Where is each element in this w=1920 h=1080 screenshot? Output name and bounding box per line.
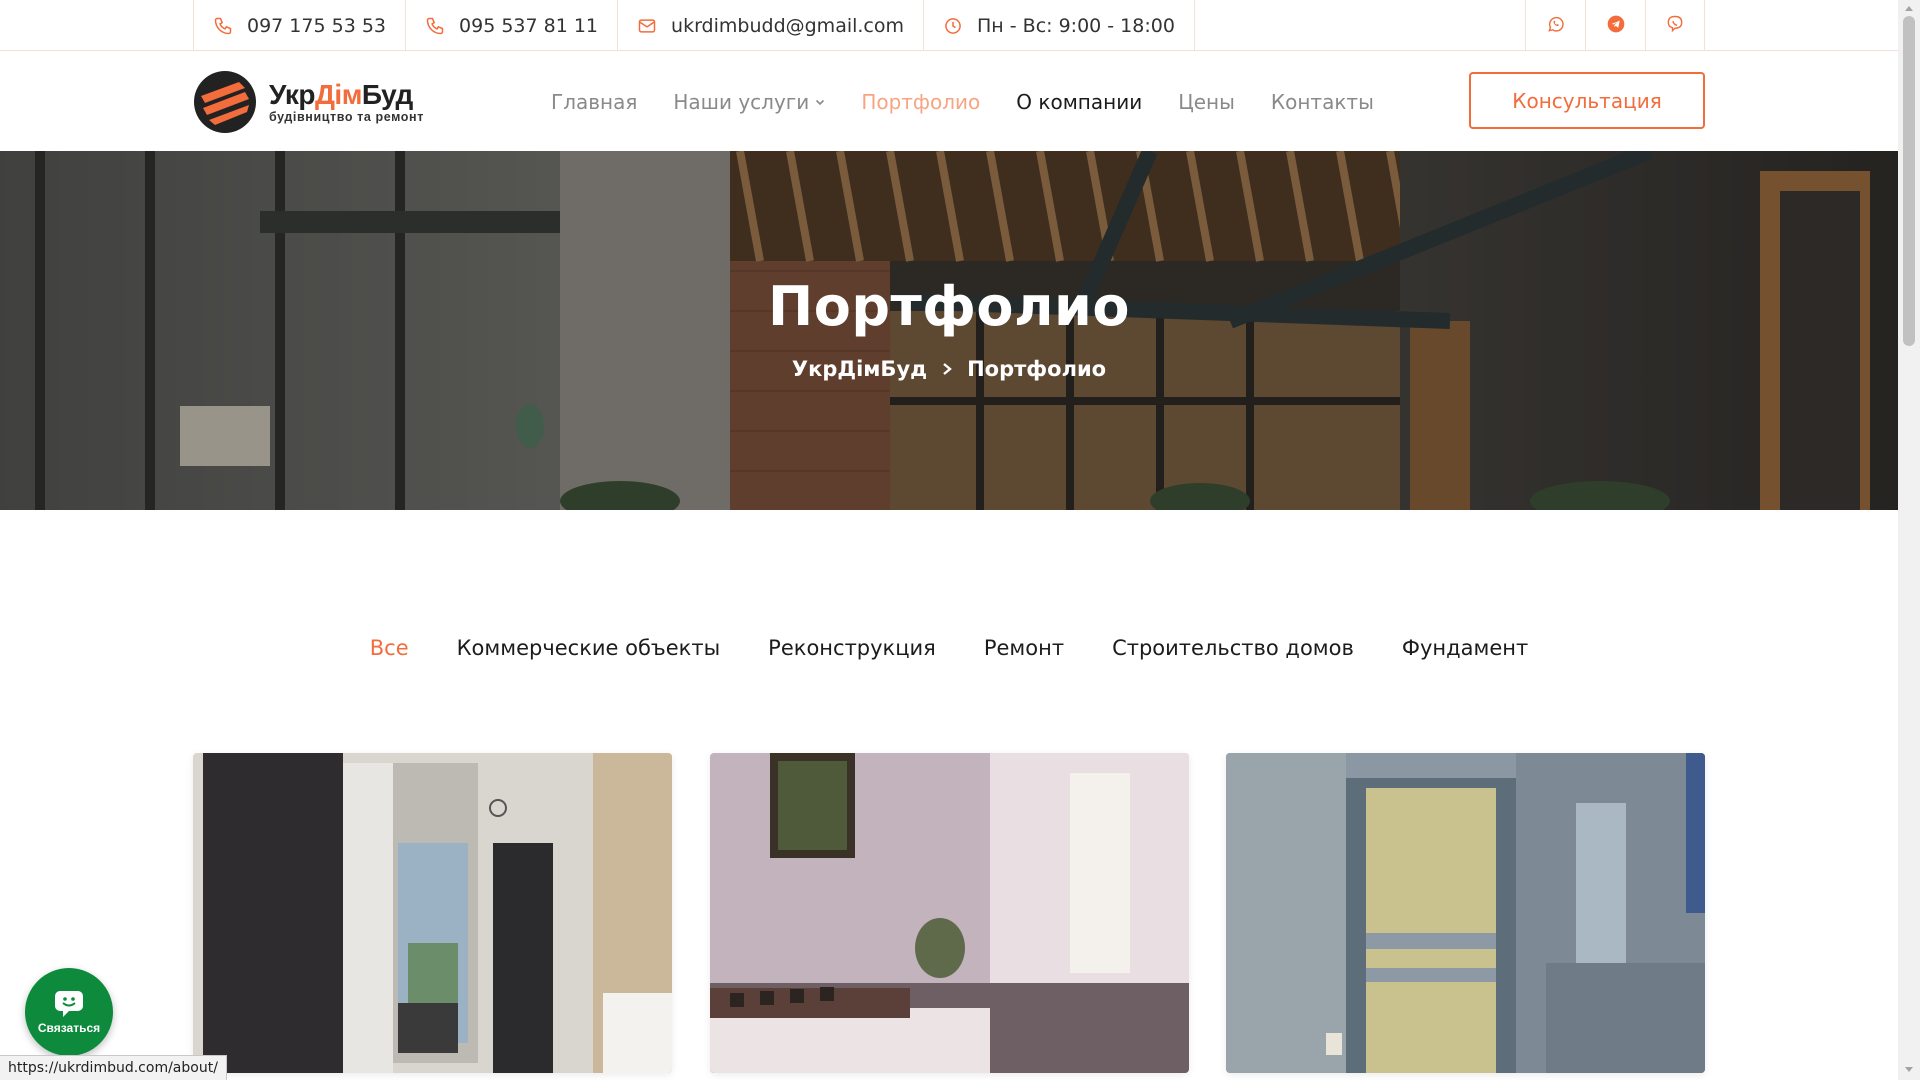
filter-repair[interactable]: Ремонт (984, 636, 1064, 660)
telegram-link[interactable] (1585, 0, 1645, 51)
phone-number-2: 095 537 81 11 (459, 14, 599, 37)
nav-item-about[interactable]: О компании (1016, 90, 1142, 114)
working-hours: Пн - Вс: 9:00 - 18:00 (924, 0, 1195, 51)
email-address: ukrdimbudd@gmail.com (671, 14, 905, 37)
scroll-up-arrow-icon[interactable] (1904, 4, 1914, 12)
nav-item-label: Портфолио (861, 89, 981, 114)
filter-reconstruction[interactable]: Реконструкция (768, 636, 936, 660)
nav-item-prices[interactable]: Цены (1178, 90, 1235, 114)
email-link[interactable]: ukrdimbudd@gmail.com (618, 0, 925, 51)
clock-icon (943, 16, 963, 36)
portfolio-item[interactable] (1226, 753, 1705, 1073)
breadcrumb-home-link[interactable]: УкрДімБуд (792, 357, 927, 381)
nav-item-label: Наши услуги (673, 89, 810, 114)
nav-item-label: Главная (551, 89, 638, 114)
phone-number-1: 097 175 53 53 (247, 14, 387, 37)
viber-link[interactable] (1645, 0, 1705, 51)
portfolio-item[interactable] (710, 753, 1189, 1073)
main-nav: Главная Наши услуги Портфолио О компании… (551, 52, 1410, 151)
page-scrollbar[interactable] (1898, 0, 1920, 1080)
chevron-down-icon (815, 97, 825, 107)
filter-all[interactable]: Все (370, 636, 409, 660)
top-contact-bar-inner: 097 175 53 53 095 537 81 11 ukrdimbudd@g… (193, 0, 1705, 51)
nav-item-contacts[interactable]: Контакты (1271, 90, 1374, 114)
logo-name: УкрДімБуд (269, 80, 424, 110)
logo-name-part3: Буд (361, 79, 413, 110)
logo-name-part2: Дім (314, 79, 362, 110)
logo-mark-icon (194, 71, 256, 133)
portfolio-photo-bedroom (710, 753, 1189, 1073)
chat-widget-button[interactable]: Связаться (25, 968, 113, 1056)
logo[interactable]: УкрДімБуд будівництво та ремонт (193, 69, 424, 135)
phone-link-2[interactable]: 095 537 81 11 (406, 0, 619, 51)
telegram-icon (1606, 14, 1626, 38)
filter-foundation[interactable]: Фундамент (1402, 636, 1528, 660)
viber-icon (1665, 14, 1685, 38)
filter-commercial[interactable]: Коммерческие объекты (457, 636, 721, 660)
breadcrumb-current: Портфолио (967, 357, 1107, 381)
portfolio-filters: Все Коммерческие объекты Реконструкция Р… (0, 636, 1898, 660)
phone-link-1[interactable]: 097 175 53 53 (193, 0, 407, 51)
nav-item-portfolio[interactable]: Портфолио (861, 90, 980, 114)
hero-banner: Портфолио УкрДімБуд Портфолио (0, 151, 1898, 510)
logo-subtitle: будівництво та ремонт (269, 110, 424, 124)
whatsapp-link[interactable] (1525, 0, 1585, 51)
mail-icon (637, 16, 657, 36)
browser-status-url: https://ukrdimbud.com/about/ (0, 1055, 227, 1080)
filter-house-building[interactable]: Строительство домов (1112, 636, 1354, 660)
whatsapp-icon (1546, 14, 1566, 38)
breadcrumb: УкрДімБуд Портфолио (0, 357, 1898, 381)
nav-item-label: Контакты (1270, 89, 1374, 114)
portfolio-photo-hallway (193, 753, 672, 1073)
portfolio-item[interactable] (193, 753, 672, 1073)
scroll-down-arrow-icon[interactable] (1904, 1066, 1914, 1074)
nav-item-services[interactable]: Наши услуги (673, 90, 825, 114)
site-header: УкрДімБуд будівництво та ремонт Главная … (0, 52, 1898, 151)
logo-name-part1: Укр (269, 79, 315, 110)
chat-widget-label: Связаться (37, 1020, 101, 1035)
page-title: Портфолио (768, 275, 1130, 338)
chevron-right-icon (941, 362, 953, 376)
nav-item-label: О компании (1016, 89, 1143, 114)
consultation-button[interactable]: Консультация (1469, 72, 1705, 129)
phone-icon (213, 16, 233, 36)
nav-item-label: Цены (1178, 89, 1235, 114)
logo-text: УкрДімБуд будівництво та ремонт (269, 80, 424, 125)
top-contact-bar: 097 175 53 53 095 537 81 11 ukrdimbudd@g… (0, 0, 1898, 51)
portfolio-photo-office-door (1226, 753, 1705, 1073)
phone-icon (425, 16, 445, 36)
scrollbar-thumb[interactable] (1903, 16, 1915, 346)
nav-item-home[interactable]: Главная (551, 90, 637, 114)
working-hours-text: Пн - Вс: 9:00 - 18:00 (977, 14, 1175, 37)
portfolio-grid (193, 753, 1705, 1073)
chat-bubble-icon (55, 990, 83, 1017)
